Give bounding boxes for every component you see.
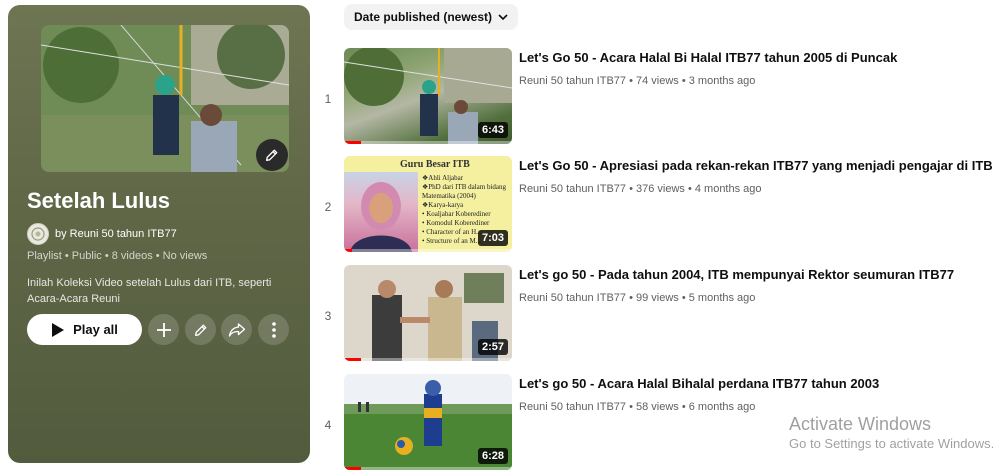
share-icon — [228, 322, 245, 337]
playlist-video-row[interactable]: 1 6:43 Let's Go 50 - Acara Halal Bi Hala… — [316, 48, 1006, 144]
watch-progress-bar — [344, 467, 361, 470]
portrait-photo — [344, 172, 418, 252]
video-thumbnail[interactable]: 2:57 — [344, 265, 512, 361]
chevron-down-icon — [498, 13, 508, 20]
playlist-description[interactable]: Inilah Koleksi Video setelah Lulus dari … — [27, 275, 292, 307]
activate-windows-watermark: Activate Windows Go to Settings to activ… — [789, 413, 994, 453]
video-duration: 6:43 — [477, 122, 508, 138]
pencil-icon — [194, 324, 206, 336]
playlist-title[interactable]: Setelah Lulus — [27, 188, 170, 214]
play-all-label: Play all — [73, 322, 118, 337]
edit-thumbnail-button[interactable] — [256, 139, 288, 171]
more-actions-button[interactable] — [258, 314, 289, 345]
share-playlist-button[interactable] — [221, 314, 252, 345]
plus-icon — [156, 322, 171, 337]
play-all-button[interactable]: Play all — [27, 314, 142, 345]
slide-bullet: ❖Ahli Aljabar — [422, 174, 464, 182]
slide-bullet: • Komodul Koberediner — [422, 219, 490, 227]
save-playlist-button[interactable] — [148, 314, 179, 345]
video-thumbnail[interactable]: Guru Besar ITB ❖Ahli Aljabar ❖PhD dari I… — [344, 156, 512, 252]
slide-bullet: ❖PhD dari ITB dalam bidang — [422, 183, 507, 191]
video-title[interactable]: Let's Go 50 - Apresiasi pada rekan-rekan… — [519, 158, 993, 173]
slide-bullet: ❖Karya-karya — [422, 201, 464, 209]
playlist-owner[interactable]: by Reuni 50 tahun ITB77 — [27, 223, 177, 245]
video-index: 3 — [324, 309, 332, 323]
video-index: 2 — [324, 200, 332, 214]
edit-playlist-button[interactable] — [185, 314, 216, 345]
playlist-header-panel: Setelah Lulus by Reuni 50 tahun ITB77 Pl… — [8, 5, 310, 463]
slide-bullet: • Koaljabar Koberediner — [422, 210, 491, 218]
playlist-video-row[interactable]: 3 2:57 Let's go 50 - Pada tahun 2004, IT… — [316, 265, 1006, 361]
video-duration: 2:57 — [477, 339, 508, 355]
pencil-icon — [266, 149, 278, 161]
video-thumbnail[interactable]: 6:43 — [344, 48, 512, 144]
video-title[interactable]: Let's go 50 - Acara Halal Bihalal perdan… — [519, 376, 879, 391]
more-vert-icon — [271, 321, 276, 338]
video-index: 4 — [324, 418, 332, 432]
playlist-video-row[interactable]: 2 Guru Besar ITB ❖Ahli Aljabar ❖PhD dari… — [316, 156, 1006, 252]
video-meta: Reuni 50 tahun ITB77 • 99 views • 5 mont… — [519, 292, 756, 304]
playlist-cover-thumbnail[interactable] — [41, 25, 289, 172]
video-meta: Reuni 50 tahun ITB77 • 74 views • 3 mont… — [519, 75, 756, 87]
video-title[interactable]: Let's go 50 - Pada tahun 2004, ITB mempu… — [519, 267, 954, 282]
portrait-image — [350, 182, 412, 252]
sort-label: Date published (newest) — [354, 10, 493, 24]
video-meta: Reuni 50 tahun ITB77 • 58 views • 6 mont… — [519, 401, 756, 413]
video-duration: 6:28 — [477, 448, 508, 464]
video-index: 1 — [324, 92, 332, 106]
playlist-meta: Playlist • Public • 8 videos • No views — [27, 250, 208, 262]
owner-name[interactable]: by Reuni 50 tahun ITB77 — [55, 228, 177, 240]
video-meta: Reuni 50 tahun ITB77 • 376 views • 4 mon… — [519, 183, 762, 195]
watch-progress-bar — [344, 141, 361, 144]
watch-progress-bar — [344, 249, 353, 252]
cover-scene-image — [41, 25, 289, 172]
watch-progress-bar — [344, 358, 361, 361]
watermark-title: Activate Windows — [789, 414, 932, 434]
video-title[interactable]: Let's Go 50 - Acara Halal Bi Halal ITB77… — [519, 50, 897, 65]
sort-dropdown[interactable]: Date published (newest) — [344, 4, 519, 30]
slide-title: Guru Besar ITB — [400, 159, 470, 170]
channel-avatar[interactable] — [27, 223, 49, 245]
video-thumbnail[interactable]: 6:28 — [344, 374, 512, 470]
channel-logo-icon — [31, 227, 45, 241]
video-duration: 7:03 — [477, 230, 508, 246]
watermark-subtitle: Go to Settings to activate Windows. — [789, 436, 995, 451]
slide-bullet: Matematika (2004) — [422, 192, 476, 200]
play-icon — [52, 322, 65, 337]
